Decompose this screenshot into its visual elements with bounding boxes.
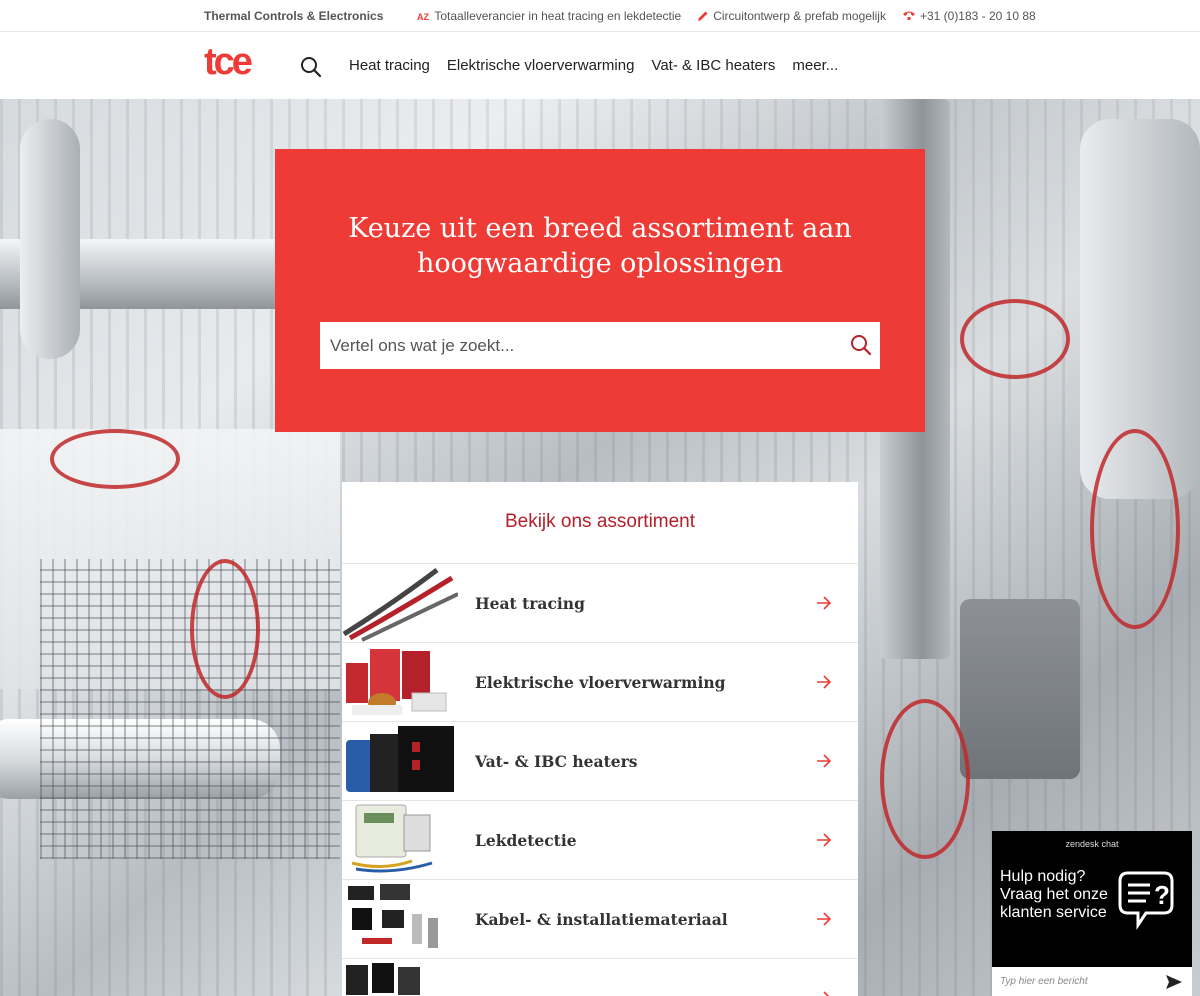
- nav-vloerverwarming[interactable]: Elektrische vloerverwarming: [447, 57, 635, 74]
- assortment-item-label: Elektrische vloerverwarming: [475, 672, 726, 692]
- arrow-right-icon: [817, 833, 832, 847]
- hero-bg-pipe: [960, 599, 1080, 779]
- hero-bg-cable: [50, 429, 180, 489]
- nav-more[interactable]: meer...: [792, 57, 838, 74]
- vat-ibc-heaters-thumbnail: [342, 722, 458, 800]
- hero-search-box: Keuze uit een breed assortiment aan hoog…: [275, 149, 925, 432]
- phone-number[interactable]: +31 (0)183 - 20 10 88: [920, 9, 1036, 23]
- company-name: Thermal Controls & Electronics: [204, 9, 384, 23]
- arrow-right-icon: [817, 912, 832, 926]
- assortment-item-label: Heat tracing: [475, 593, 585, 613]
- arrow-right-icon: [823, 991, 830, 996]
- search-icon[interactable]: [300, 56, 322, 78]
- assortment-item-label: Vat- & IBC heaters: [475, 751, 638, 771]
- vloerverwarming-thumbnail: [342, 643, 458, 721]
- lekdetectie-thumbnail: [342, 801, 458, 879]
- assortment-panel: Bekijk ons assortiment Heat tracing Elek…: [342, 482, 858, 996]
- assortment-item-kabel-installatiemateriaal[interactable]: Kabel- & installatiemateriaal: [342, 879, 858, 958]
- phone-link[interactable]: +31 (0)183 - 20 10 88: [902, 9, 1036, 23]
- hero-bg-cable: [1090, 429, 1180, 629]
- hero-title-line2: hoogwaardige oplossingen: [417, 248, 783, 279]
- svg-text:tce: tce: [204, 46, 252, 80]
- chat-message: Hulp nodig? Vraag het onze klanten servi…: [1000, 868, 1108, 921]
- assortment-list: Heat tracing Elektrische vloerverwarming…: [342, 563, 858, 996]
- search-icon[interactable]: [850, 334, 872, 356]
- svg-text:AZ: AZ: [417, 12, 429, 22]
- nav-vat-ibc-heaters[interactable]: Vat- & IBC heaters: [651, 57, 775, 74]
- usp-design: Circuitontwerp & prefab mogelijk: [697, 9, 886, 23]
- utility-bar: Thermal Controls & Electronics AZ Totaal…: [0, 0, 1200, 32]
- hero-bg-grating: [40, 559, 340, 859]
- kabel-installatiemateriaal-thumbnail: [342, 880, 458, 958]
- chat-bubble-icon: ?: [1118, 871, 1174, 930]
- chat-widget[interactable]: zendesk chat Hulp nodig? Vraag het onze …: [992, 831, 1192, 996]
- assortment-item-heat-tracing[interactable]: Heat tracing: [342, 563, 858, 642]
- assortment-item-partial-thumbnail: [342, 959, 458, 996]
- usp-supplier: AZ Totaalleverancier in heat tracing en …: [417, 9, 681, 23]
- chat-input-bar[interactable]: [992, 967, 1192, 996]
- hero-title: Keuze uit een breed assortiment aan hoog…: [275, 211, 925, 281]
- hero-bg-cable: [190, 559, 260, 699]
- arrow-right-icon: [817, 675, 832, 689]
- assortment-item-vloerverwarming[interactable]: Elektrische vloerverwarming: [342, 642, 858, 721]
- hero-bg-cable: [880, 699, 970, 859]
- usp-supplier-text: Totaalleverancier in heat tracing en lek…: [434, 9, 682, 23]
- phone-icon: [902, 11, 915, 20]
- tce-logo[interactable]: tce: [204, 46, 268, 80]
- hero-title-line1: Keuze uit een breed assortiment aan: [348, 213, 852, 244]
- assortment-item-partial[interactable]: [342, 958, 858, 996]
- pencil-icon: [698, 11, 708, 21]
- assortment-item-vat-ibc-heaters[interactable]: Vat- & IBC heaters: [342, 721, 858, 800]
- assortment-item-label: Kabel- & installatiemateriaal: [475, 909, 728, 929]
- az-icon: AZ: [417, 12, 429, 22]
- usp-design-text: Circuitontwerp & prefab mogelijk: [713, 9, 886, 23]
- hero-bg-pipe: [20, 119, 80, 359]
- assortment-item-label: Lekdetectie: [475, 830, 577, 850]
- main-header: tce Heat tracing Elektrische vloerverwar…: [0, 32, 1200, 99]
- chat-message-input[interactable]: [992, 967, 1162, 996]
- chat-header: zendesk chat: [1065, 839, 1119, 849]
- main-nav: Heat tracing Elektrische vloerverwarming…: [349, 32, 855, 99]
- arrow-right-icon: [817, 596, 832, 610]
- assortment-item-lekdetectie[interactable]: Lekdetectie: [342, 800, 858, 879]
- nav-heat-tracing[interactable]: Heat tracing: [349, 57, 430, 74]
- svg-text:?: ?: [1154, 880, 1170, 910]
- send-icon[interactable]: [1166, 975, 1182, 989]
- heat-tracing-thumbnail: [342, 564, 458, 642]
- assortment-title: Bekijk ons assortiment: [504, 511, 696, 532]
- arrow-right-icon: [817, 754, 832, 768]
- hero-bg-cable: [960, 299, 1070, 379]
- hero-search-field[interactable]: [320, 322, 880, 369]
- hero-search-input[interactable]: [320, 322, 830, 369]
